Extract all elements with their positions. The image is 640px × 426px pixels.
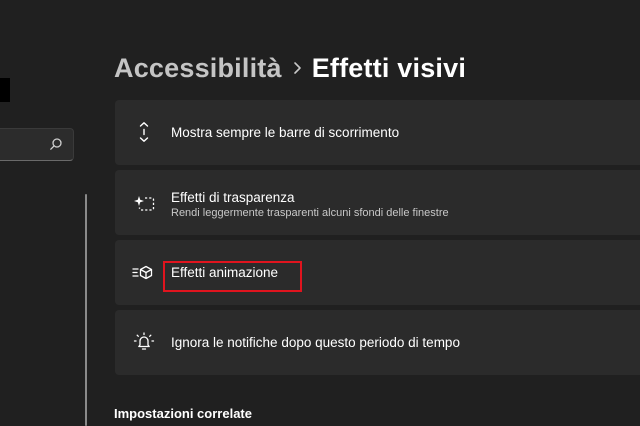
setting-row-animation[interactable]: Effetti animazione	[115, 240, 640, 305]
animation-cube-icon	[132, 265, 153, 280]
setting-row-notifications[interactable]: Ignora le notifiche dopo questo periodo …	[115, 310, 640, 375]
setting-title: Effetti animazione	[171, 265, 279, 280]
setting-title: Ignora le notifiche dopo questo periodo …	[171, 335, 460, 350]
setting-title: Effetti di trasparenza	[171, 190, 295, 205]
page-title: Effetti visivi	[311, 52, 467, 83]
breadcrumb-parent-link[interactable]: Accessibilità	[114, 53, 282, 84]
search-icon[interactable]	[49, 137, 63, 151]
sidebar-user-area	[0, 78, 10, 102]
setting-description: Rendi leggermente trasparenti alcuni sfo…	[171, 207, 449, 219]
scrollbar-arrows-icon	[139, 122, 149, 142]
breadcrumb: Accessibilità Effetti visivi	[114, 48, 466, 88]
transparency-sparkle-icon	[134, 196, 155, 211]
setting-row-transparency[interactable]: Effetti di trasparenza Rendi leggermente…	[115, 170, 640, 235]
chevron-right-icon	[282, 59, 312, 77]
setting-title: Mostra sempre le barre di scorrimento	[171, 125, 400, 140]
sidebar-scrollbar[interactable]	[85, 194, 87, 426]
settings-window: Accessibilità Effetti visivi Mostra semp…	[0, 0, 640, 426]
related-settings-heading: Impostazioni correlate	[114, 406, 252, 421]
setting-row-scrollbars[interactable]: Mostra sempre le barre di scorrimento	[115, 100, 640, 165]
search-input[interactable]	[0, 128, 74, 161]
notification-bell-icon	[133, 332, 155, 350]
